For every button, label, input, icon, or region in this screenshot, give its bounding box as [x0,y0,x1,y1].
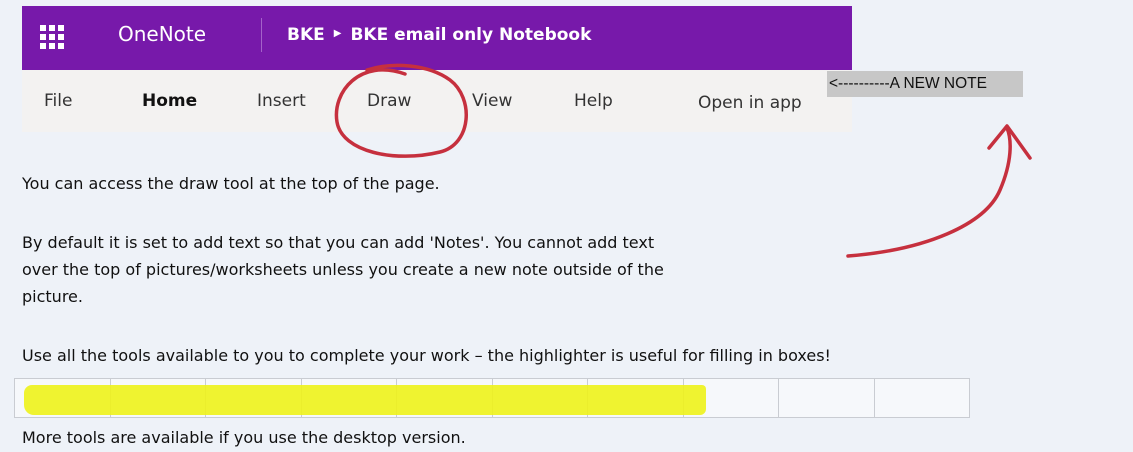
note-paragraph-3[interactable]: Use all the tools available to you to co… [22,343,831,369]
open-in-app-button[interactable]: Open in app [698,92,802,114]
note-paragraph-4[interactable]: More tools are available if you use the … [22,425,466,451]
tab-home[interactable]: Home [142,90,197,112]
chevron-right-icon: ▶ [333,28,342,39]
app-launcher-icon[interactable] [40,25,64,49]
app-name[interactable]: OneNote [118,20,206,48]
ribbon-tabs: File Home Insert Draw View Help Open in … [22,70,852,132]
tab-file[interactable]: File [44,90,72,112]
curved-arrow-ink [846,126,1012,258]
box-cell[interactable] [778,378,875,418]
breadcrumb-notebook[interactable]: BKE email only Notebook [350,23,591,47]
highlighter-stroke [24,385,706,415]
note-paragraph-1[interactable]: You can access the draw tool at the top … [22,171,440,197]
breadcrumb: BKE ▶ BKE email only Notebook [287,23,591,47]
note-paragraph-2-line-1[interactable]: By default it is set to add text so that… [22,230,654,256]
title-bar: OneNote BKE ▶ BKE email only Notebook [22,6,852,70]
box-cell[interactable] [873,378,970,418]
tab-view[interactable]: View [472,90,512,112]
breadcrumb-parent[interactable]: BKE [287,23,325,47]
tab-draw[interactable]: Draw [367,90,411,112]
note-paragraph-2-line-3[interactable]: picture. [22,284,83,310]
tab-help[interactable]: Help [574,90,613,112]
new-note-annotation[interactable]: <----------A NEW NOTE [827,71,1023,97]
note-paragraph-2-line-2[interactable]: over the top of pictures/worksheets unle… [22,257,664,283]
title-divider [261,18,262,52]
tab-insert[interactable]: Insert [257,90,306,112]
arrow-head-ink [987,124,1032,160]
